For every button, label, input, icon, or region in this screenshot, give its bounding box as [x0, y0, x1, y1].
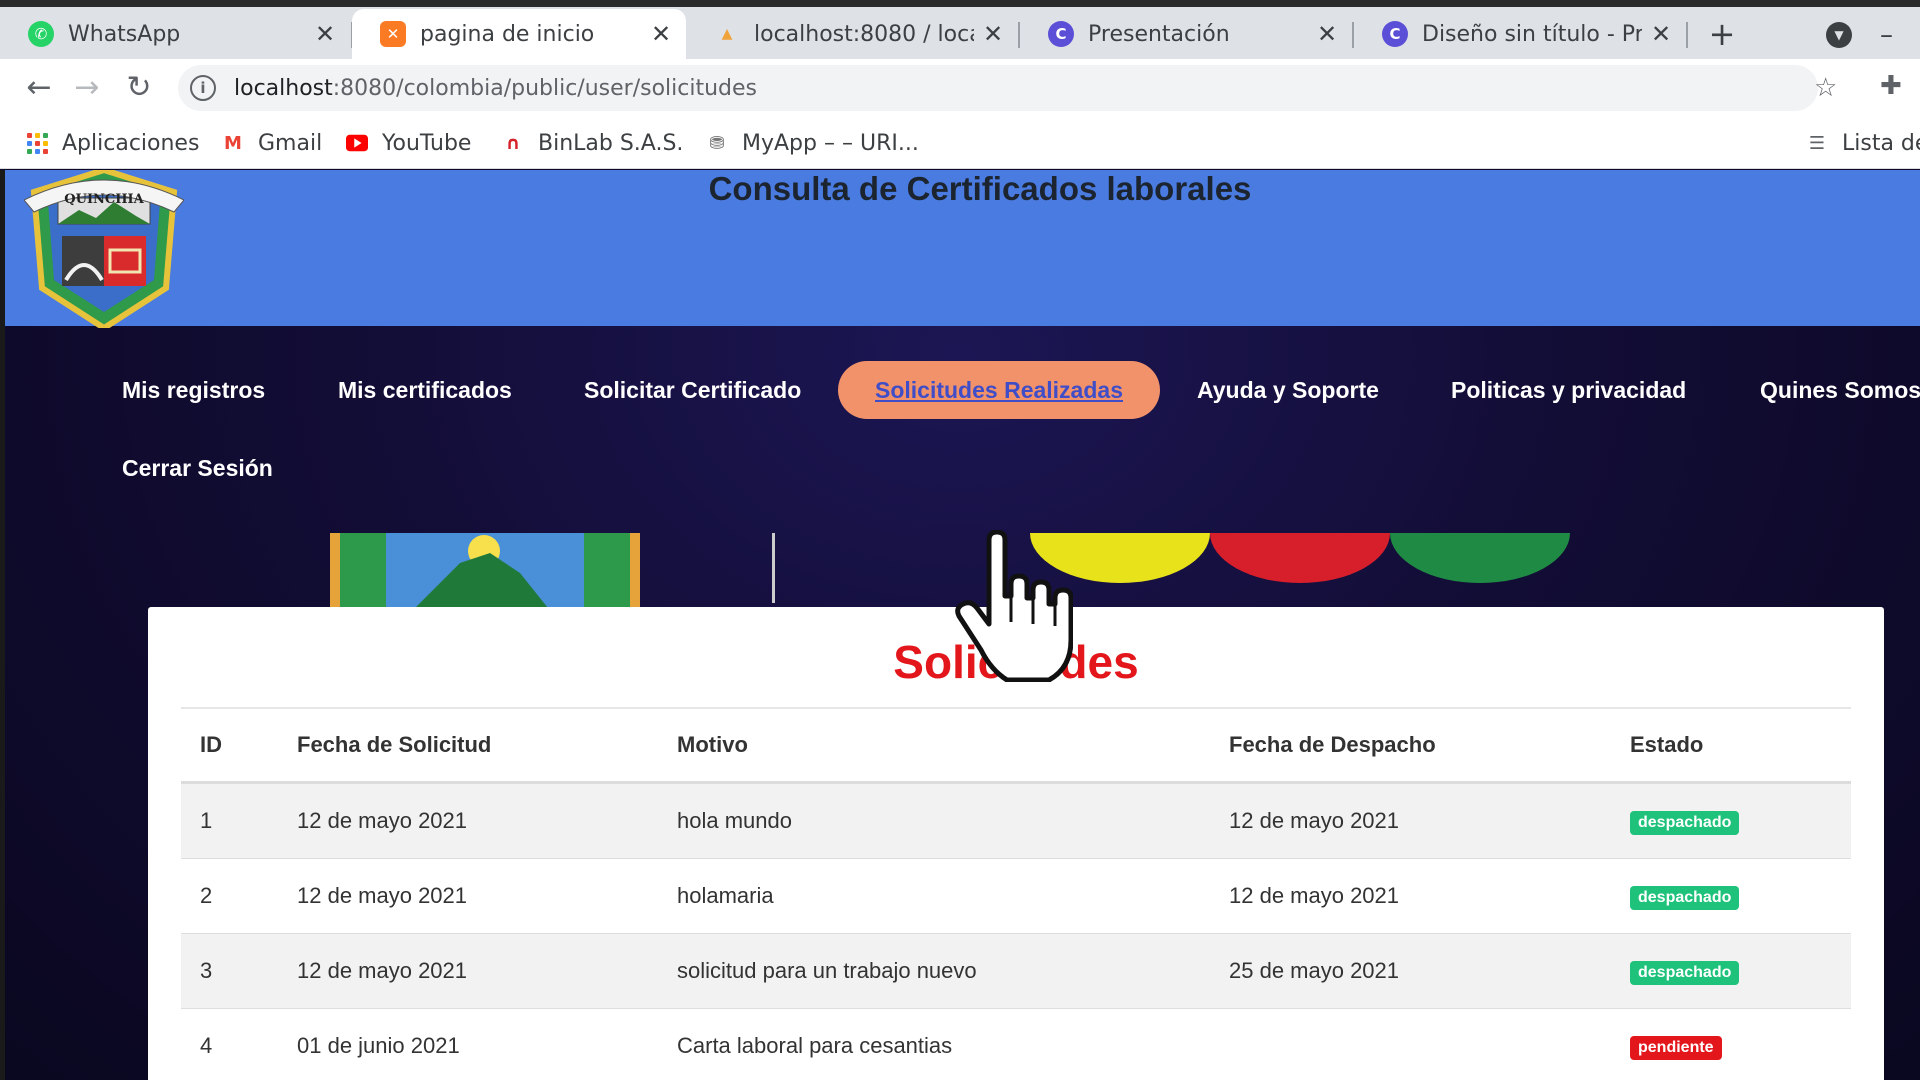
cell-fecha-despacho: 12 de mayo 2021 — [1229, 808, 1400, 833]
tab-search-icon[interactable]: ▼ — [1826, 22, 1852, 48]
cell-motivo: solicitud para un trabajo nuevo — [677, 958, 977, 983]
table-row: 4 01 de junio 2021 Carta laboral para ce… — [181, 1009, 1851, 1080]
reload-icon[interactable]: ↻ — [118, 67, 160, 109]
status-badge: despachado — [1630, 811, 1740, 835]
status-badge: despachado — [1630, 961, 1740, 985]
bookmark-star-icon[interactable]: ☆ — [1814, 73, 1837, 103]
site-title: Consulta de Certificados laborales — [708, 170, 1252, 207]
web-page: Consulta de Certificados laborales QUINC… — [0, 170, 1920, 1080]
bookmark-binlab[interactable]: ∩ BinLab S.A.S. — [502, 127, 684, 159]
close-icon[interactable]: ✕ — [1316, 20, 1338, 48]
nav-solicitudes-realizadas[interactable]: Solicitudes Realizadas — [875, 377, 1123, 404]
table-row: 3 12 de mayo 2021 solicitud para un trab… — [181, 934, 1851, 1009]
cell-motivo: holamaria — [677, 883, 774, 908]
back-arrow-icon[interactable]: ← — [18, 67, 60, 109]
cell-id: 2 — [200, 883, 213, 908]
extensions-puzzle-icon[interactable]: ✚ — [1880, 71, 1902, 101]
bookmark-label: BinLab S.A.S. — [538, 130, 684, 156]
column-header-estado: Estado — [1630, 732, 1704, 757]
status-badge: pendiente — [1630, 1036, 1722, 1060]
whatsapp-icon: ✆ — [28, 21, 54, 47]
bookmark-youtube[interactable]: YouTube — [346, 127, 471, 159]
cell-fecha-solicitud: 12 de mayo 2021 — [297, 808, 468, 833]
tab-title: localhost:8080 / localh — [754, 21, 974, 47]
cell-fecha-despacho: 12 de mayo 2021 — [1229, 883, 1400, 908]
cell-fecha-solicitud: 01 de junio 2021 — [297, 1033, 460, 1058]
canva-icon: C — [1382, 21, 1408, 47]
cell-fecha-solicitud: 12 de mayo 2021 — [297, 883, 468, 908]
nav-quienes-somos[interactable]: Quines Somos — [1760, 377, 1920, 404]
nav-mis-registros[interactable]: Mis registros — [122, 377, 265, 404]
tab-title: WhatsApp — [68, 21, 181, 47]
phpmyadmin-icon: ▲ — [721, 26, 733, 42]
bookmark-aplicaciones[interactable]: Aplicaciones — [26, 127, 199, 159]
address-bar[interactable]: i localhost:8080/colombia/public/user/so… — [178, 65, 1818, 111]
window-top-edge — [0, 0, 1920, 7]
quinchia-shield-logo: QUINCHIA — [24, 170, 184, 328]
tab-whatsapp[interactable]: ✆ WhatsApp ✕ — [0, 9, 350, 59]
youtube-icon — [346, 132, 368, 154]
reading-list-icon: ☰ — [1808, 132, 1826, 154]
tab-title: pagina de inicio — [420, 21, 595, 47]
tab-title: Diseño sin título - Pre — [1422, 21, 1642, 47]
tab-divider — [1686, 22, 1688, 48]
canva-icon: C — [1048, 21, 1074, 47]
bookmark-label: Lista de — [1842, 130, 1920, 156]
nav-cerrar-sesion[interactable]: Cerrar Sesión — [122, 455, 273, 482]
browser-toolbar: ← → ↻ i localhost:8080/colombia/public/u… — [0, 59, 1920, 117]
cell-id: 3 — [200, 958, 213, 983]
myapp-icon: ⛃ — [709, 132, 725, 154]
bookmark-label: MyApp – – URI... — [742, 130, 919, 156]
nav-politicas-y-privacidad[interactable]: Politicas y privacidad — [1451, 377, 1686, 404]
close-icon[interactable]: ✕ — [650, 20, 672, 48]
cell-fecha-despacho: 25 de mayo 2021 — [1229, 958, 1400, 983]
cell-id: 1 — [200, 808, 213, 833]
site-info-icon[interactable]: i — [190, 75, 216, 101]
url-path: :8080/colombia/public/user/solicitudes — [332, 75, 757, 101]
column-header-id: ID — [200, 732, 222, 757]
bookmark-label: Gmail — [258, 130, 323, 156]
new-tab-button[interactable]: + — [1702, 14, 1742, 54]
close-icon[interactable]: ✕ — [314, 20, 336, 48]
cell-motivo: hola mundo — [677, 808, 792, 833]
bookmark-label: Aplicaciones — [62, 130, 200, 156]
hand-pointer-cursor-icon — [955, 530, 1073, 682]
browser-tabstrip: ✆ WhatsApp ✕ ✕ pagina de inicio ✕ ▲ loca… — [0, 0, 1920, 59]
title-divider — [181, 707, 1851, 709]
xampp-icon: ✕ — [380, 21, 406, 47]
tab-phpmyadmin[interactable]: ▲ localhost:8080 / localh ✕ — [686, 9, 1018, 59]
column-header-fecha-solicitud: Fecha de Solicitud — [297, 732, 492, 757]
bookmarks-bar: Aplicaciones M Gmail YouTube ∩ BinLab S.… — [0, 117, 1920, 169]
svg-text:QUINCHIA: QUINCHIA — [64, 192, 144, 207]
site-header: Consulta de Certificados laborales — [5, 170, 1920, 326]
close-icon[interactable]: ✕ — [982, 20, 1004, 48]
gmail-icon: M — [224, 132, 242, 154]
column-header-fecha-despacho: Fecha de Despacho — [1229, 732, 1436, 757]
tab-diseno-sin-titulo[interactable]: C Diseño sin título - Pre ✕ — [1354, 9, 1686, 59]
cell-id: 4 — [200, 1033, 213, 1058]
tab-title: Presentación — [1088, 21, 1230, 47]
url-host: localhost — [234, 75, 333, 101]
tab-pagina-de-inicio[interactable]: ✕ pagina de inicio ✕ — [352, 9, 686, 59]
bookmark-gmail[interactable]: M Gmail — [222, 127, 322, 159]
bookmark-label: YouTube — [382, 130, 472, 156]
bookmark-reading-list[interactable]: ☰ Lista de — [1806, 127, 1920, 159]
forward-arrow-icon[interactable]: → — [66, 67, 108, 109]
status-badge: despachado — [1630, 886, 1740, 910]
apps-grid-icon — [26, 132, 48, 154]
minimize-icon[interactable]: – — [1880, 20, 1920, 50]
cell-fecha-solicitud: 12 de mayo 2021 — [297, 958, 468, 983]
nav-mis-certificados[interactable]: Mis certificados — [338, 377, 512, 404]
bookmark-myapp[interactable]: ⛃ MyApp – – URI... — [706, 127, 919, 159]
nav-solicitar-certificado[interactable]: Solicitar Certificado — [584, 377, 801, 404]
close-icon[interactable]: ✕ — [1650, 20, 1672, 48]
table-row: 1 12 de mayo 2021 hola mundo 12 de mayo … — [181, 784, 1851, 859]
column-header-motivo: Motivo — [677, 732, 748, 757]
cell-motivo: Carta laboral para cesantias — [677, 1033, 953, 1058]
tab-presentacion[interactable]: C Presentación ✕ — [1020, 9, 1352, 59]
table-row: 2 12 de mayo 2021 holamaria 12 de mayo 2… — [181, 859, 1851, 934]
url-text: localhost:8080/colombia/public/user/soli… — [234, 76, 757, 101]
binlab-icon: ∩ — [505, 132, 521, 154]
nav-ayuda-y-soporte[interactable]: Ayuda y Soporte — [1197, 377, 1379, 404]
